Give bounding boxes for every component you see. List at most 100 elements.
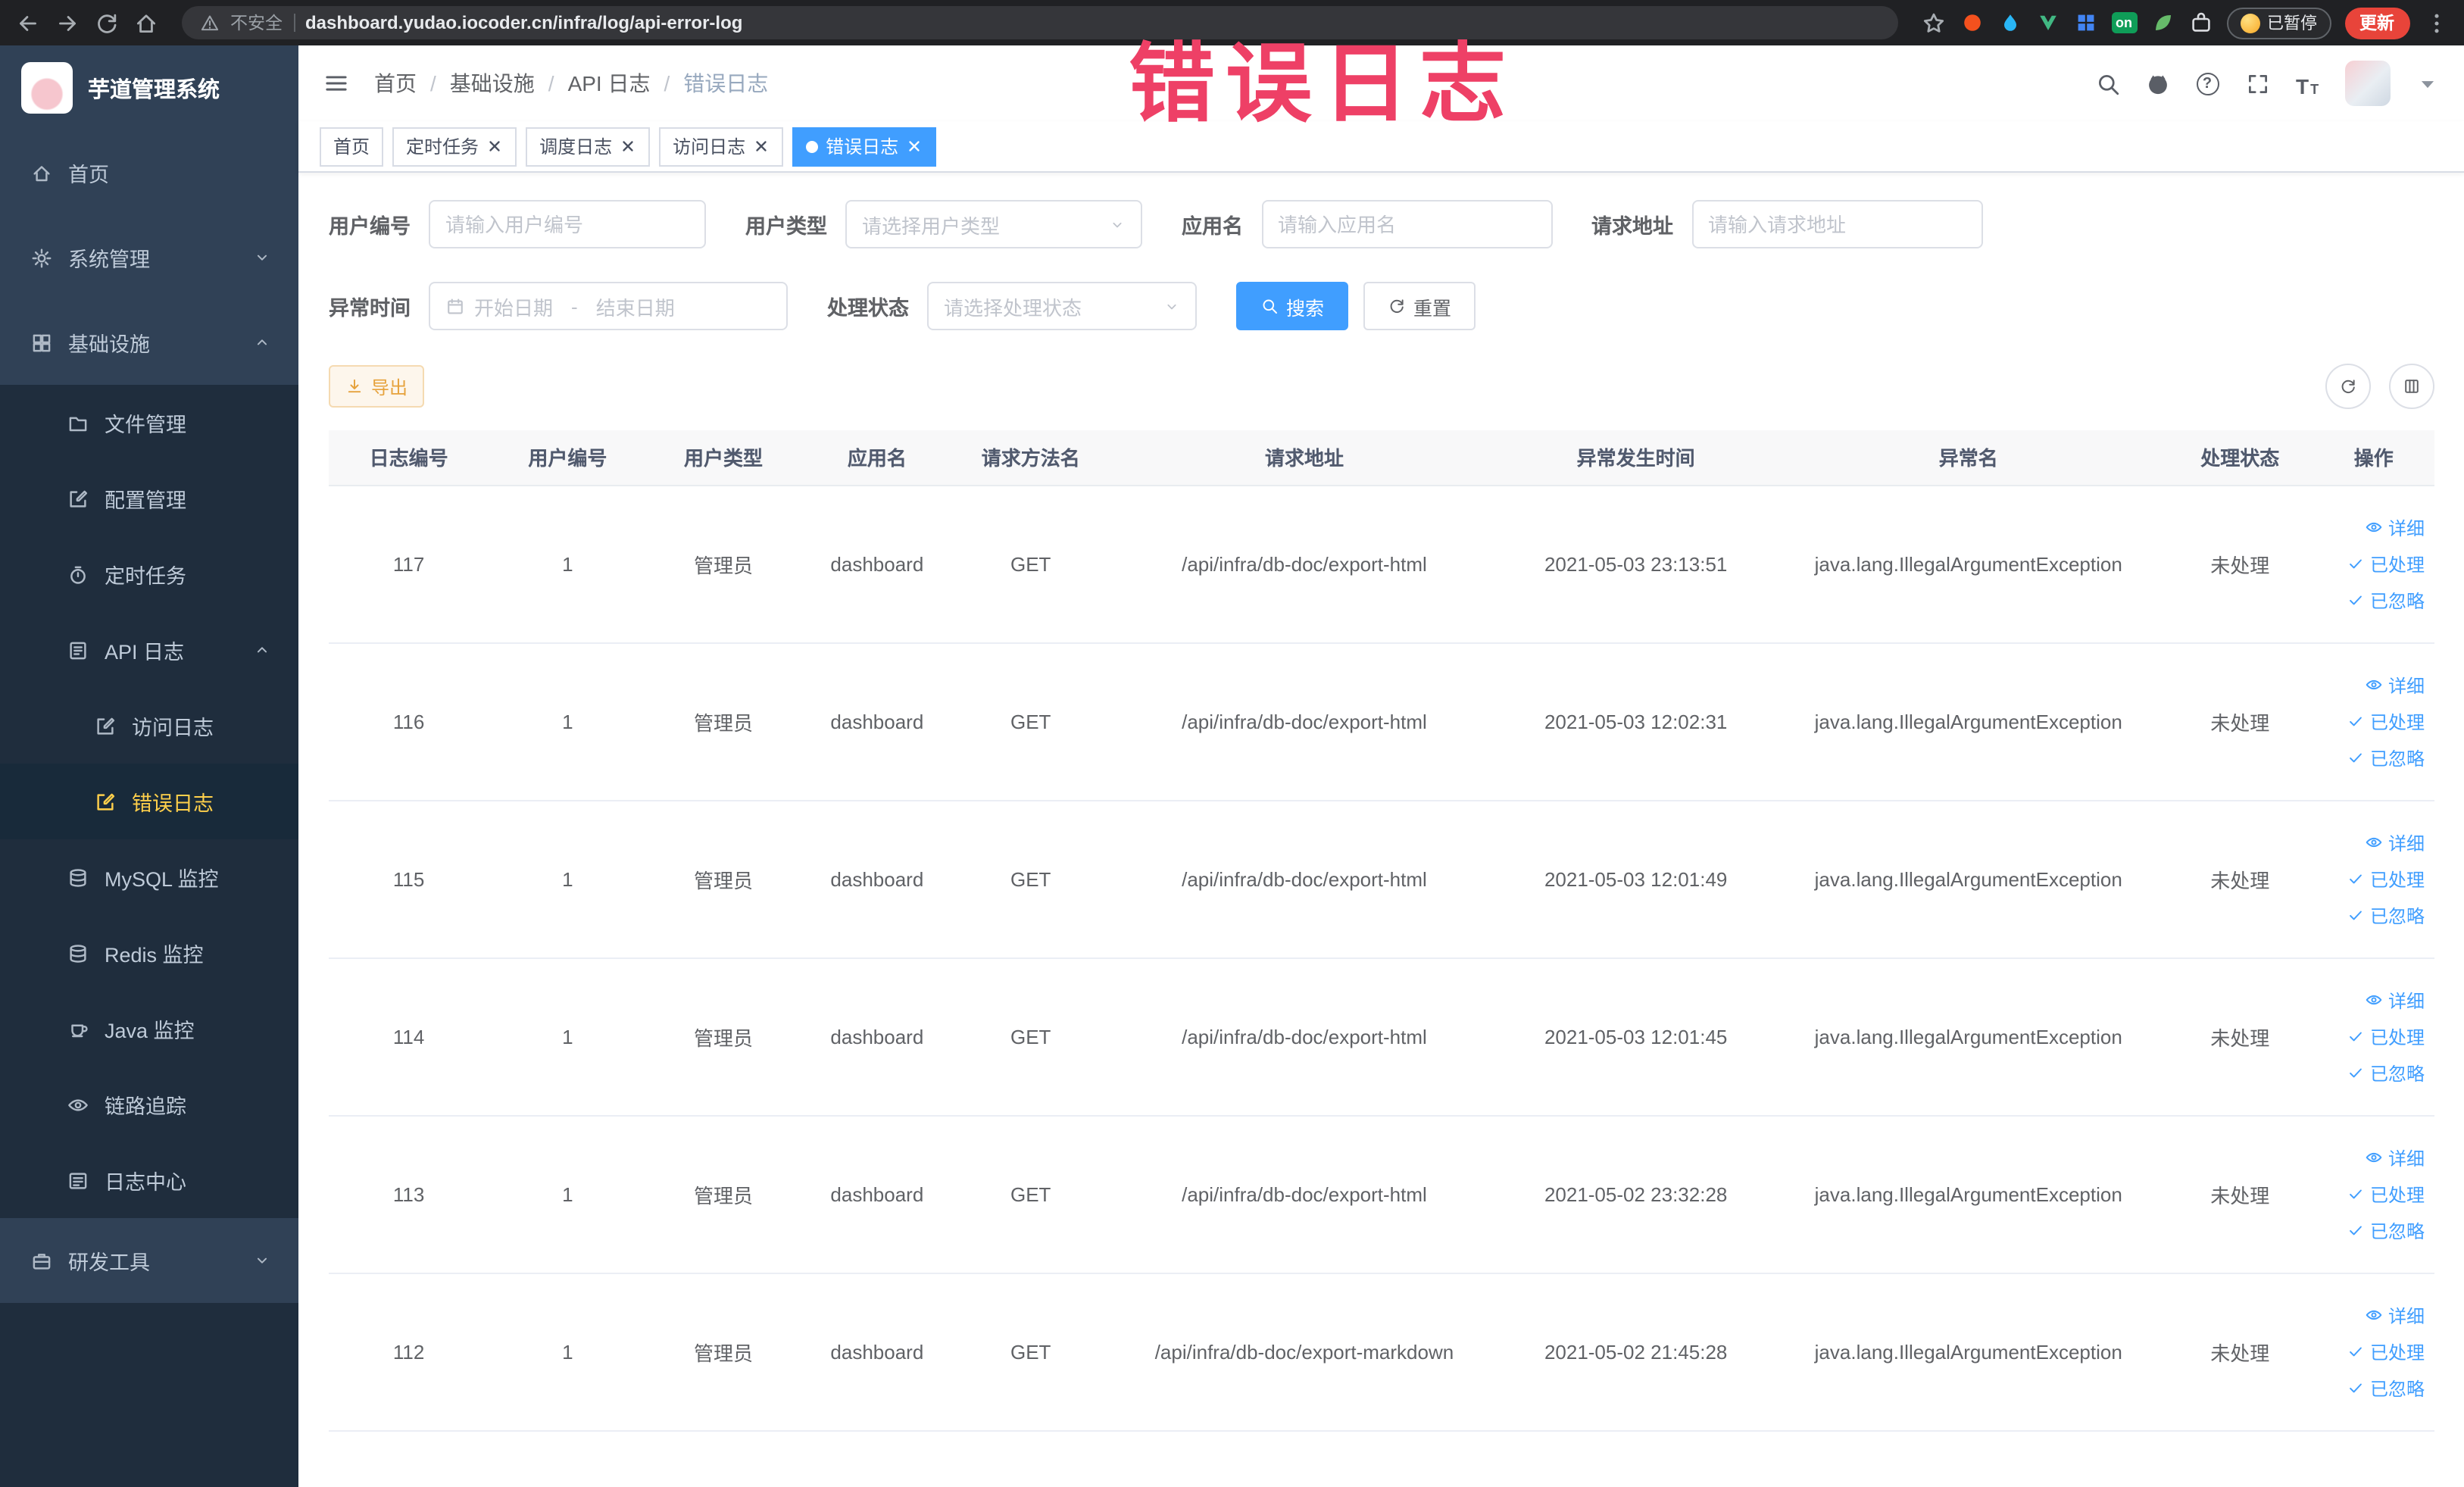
sidebar-item-redis[interactable]: Redis 监控: [0, 915, 298, 991]
table-row: 114 1 管理员 dashboard GET/api/infra/db-doc/exp…: [329, 957, 2434, 1116]
tab-close-icon[interactable]: [753, 138, 770, 155]
action-ignored[interactable]: 已忽略: [2347, 1217, 2425, 1243]
hamburger-icon[interactable]: [323, 70, 350, 97]
tab-close-icon[interactable]: [620, 138, 636, 155]
font-size-icon[interactable]: TT: [2294, 70, 2320, 96]
exception-time-range[interactable]: 开始日期 - 结束日期: [429, 282, 788, 330]
action-ignored[interactable]: 已忽略: [2347, 587, 2425, 613]
user-id-input[interactable]: [429, 200, 706, 248]
check-icon: [2347, 1185, 2366, 1203]
extension-on-badge[interactable]: on: [2111, 12, 2137, 33]
action-processed[interactable]: 已处理: [2347, 1023, 2425, 1049]
action-detail[interactable]: 详细: [2366, 1145, 2425, 1170]
cell-time: 2021-05-02 23:32:28: [1501, 1115, 1771, 1273]
process-status-select[interactable]: 请选择处理状态: [927, 282, 1197, 330]
refresh-button[interactable]: [2325, 364, 2370, 409]
user-type-select[interactable]: 请选择用户类型: [845, 200, 1142, 248]
browser-forward-icon[interactable]: [55, 10, 80, 36]
cell-exception: java.lang.IllegalArgumentException: [1770, 485, 2166, 643]
sidebar-item-job[interactable]: 定时任务: [0, 536, 298, 612]
check-icon: [2347, 906, 2366, 924]
fullscreen-icon[interactable]: [2244, 70, 2270, 96]
breadcrumb-item[interactable]: 基础设施: [450, 68, 535, 98]
action-processed[interactable]: 已处理: [2347, 1339, 2425, 1364]
extension-leaf-icon[interactable]: [2150, 11, 2175, 35]
tab-job[interactable]: 定时任务: [392, 127, 517, 166]
sidebar-item-trace[interactable]: 链路追踪: [0, 1067, 298, 1142]
sidebar-item-java[interactable]: Java 监控: [0, 991, 298, 1067]
sidebar-item-label: 访问日志: [132, 717, 214, 739]
action-ignored[interactable]: 已忽略: [2347, 1375, 2425, 1401]
filter-label-user-type: 用户类型: [745, 215, 827, 238]
sidebar-item-system[interactable]: 系统管理: [0, 215, 298, 300]
reset-button[interactable]: 重置: [1363, 282, 1476, 330]
avatar-caret-icon[interactable]: [2414, 70, 2440, 96]
sidebar-item-log-center[interactable]: 日志中心: [0, 1142, 298, 1218]
search-icon[interactable]: [2094, 70, 2120, 96]
user-avatar[interactable]: [2344, 61, 2390, 106]
browser-reload-icon[interactable]: [94, 10, 120, 36]
github-icon[interactable]: [2144, 70, 2170, 96]
search-button[interactable]: 搜索: [1236, 282, 1349, 330]
browser-update-button[interactable]: 更新: [2344, 7, 2409, 39]
app-title: 芋道管理系统: [88, 78, 220, 102]
action-ignored[interactable]: 已忽略: [2347, 1060, 2425, 1086]
tab-home[interactable]: 首页: [320, 127, 384, 166]
export-button[interactable]: 导出: [329, 365, 425, 408]
check-icon: [2347, 1064, 2366, 1082]
filter-label-process-status: 处理状态: [827, 297, 909, 320]
cell-url: /api/infra/db-doc/export-html: [1107, 642, 1501, 801]
paused-extension-badge[interactable]: 已暂停: [2226, 7, 2331, 39]
sidebar-item-dev-tools[interactable]: 研发工具: [0, 1218, 298, 1303]
action-processed[interactable]: 已处理: [2347, 866, 2425, 892]
request-url-input[interactable]: [1691, 200, 1982, 248]
action-ignored[interactable]: 已忽略: [2347, 902, 2425, 928]
bookmark-star-icon[interactable]: [1920, 10, 1946, 36]
action-detail[interactable]: 详细: [2366, 672, 2425, 698]
sidebar-item-api-log[interactable]: API 日志: [0, 612, 298, 688]
breadcrumb-item[interactable]: API 日志: [568, 68, 651, 98]
action-detail[interactable]: 详细: [2366, 1302, 2425, 1328]
tab-access-log[interactable]: 访问日志: [659, 127, 784, 166]
sidebar-item-access-log[interactable]: 访问日志: [0, 688, 298, 764]
extension-ball-icon[interactable]: [1960, 11, 1984, 35]
tab-job-log[interactable]: 调度日志: [526, 127, 651, 166]
action-processed[interactable]: 已处理: [2347, 708, 2425, 734]
sidebar-item-config[interactable]: 配置管理: [0, 461, 298, 536]
action-detail[interactable]: 详细: [2366, 829, 2425, 855]
columns-icon: [2402, 377, 2420, 395]
breadcrumb-separator: /: [548, 71, 554, 95]
browser-menu-icon[interactable]: [2423, 10, 2449, 36]
sidebar-item-error-log[interactable]: 错误日志: [0, 764, 298, 839]
browser-back-icon[interactable]: [15, 10, 41, 36]
extension-puzzle-icon[interactable]: [2188, 11, 2213, 35]
app-logo[interactable]: 芋道管理系统: [0, 45, 298, 130]
help-icon[interactable]: ?: [2194, 70, 2220, 96]
cell-exception: java.lang.IllegalArgumentException: [1770, 642, 2166, 801]
extension-grid-icon[interactable]: [2073, 11, 2097, 35]
tab-close-icon[interactable]: [906, 138, 923, 155]
tab-error-log[interactable]: 错误日志: [792, 127, 937, 166]
breadcrumb-item[interactable]: 首页: [374, 68, 417, 98]
action-processed[interactable]: 已处理: [2347, 1181, 2425, 1207]
extension-vue-icon[interactable]: [2035, 11, 2060, 35]
sidebar-filler: [0, 1303, 298, 1487]
app-name-input[interactable]: [1261, 200, 1552, 248]
sidebar-item-infra[interactable]: 基础设施: [0, 300, 298, 385]
action-processed[interactable]: 已处理: [2347, 551, 2425, 576]
sidebar-item-home[interactable]: 首页: [0, 130, 298, 215]
address-bar[interactable]: 不安全 dashboard.yudao.iocoder.cn/infra/log…: [182, 6, 1897, 39]
sidebar-item-file[interactable]: 文件管理: [0, 385, 298, 461]
extension-drop-icon[interactable]: [1997, 11, 2022, 35]
cell-user-type: 管理员: [646, 642, 801, 801]
column-settings-button[interactable]: [2388, 364, 2434, 409]
action-ignored[interactable]: 已忽略: [2347, 745, 2425, 770]
cell-user-id: 1: [489, 1115, 647, 1273]
tab-close-icon[interactable]: [486, 138, 503, 155]
action-detail[interactable]: 详细: [2366, 987, 2425, 1013]
sidebar-item-mysql[interactable]: MySQL 监控: [0, 839, 298, 915]
browser-home-icon[interactable]: [133, 10, 159, 36]
column-header-user-id: 用户编号: [489, 430, 647, 486]
column-header-method: 请求方法名: [954, 430, 1108, 486]
action-detail[interactable]: 详细: [2366, 514, 2425, 540]
